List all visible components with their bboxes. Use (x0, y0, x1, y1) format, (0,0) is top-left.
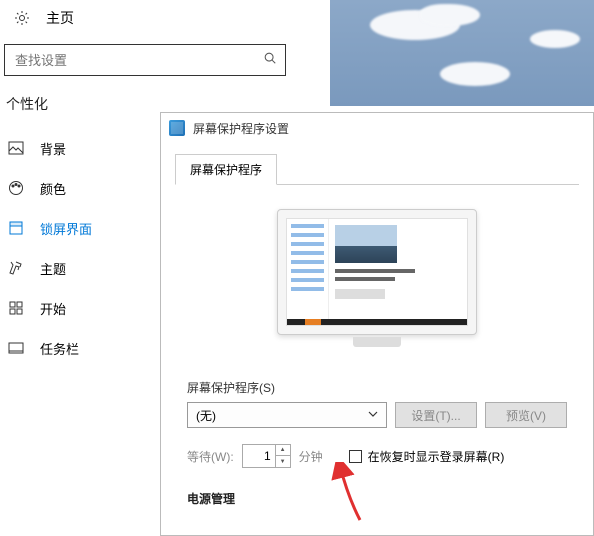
chevron-down-icon (368, 408, 378, 422)
wait-label: 等待(W): (187, 448, 234, 465)
resume-label: 在恢复时显示登录屏幕(R) (368, 448, 505, 465)
button-label: 预览(V) (506, 409, 546, 423)
search-icon (263, 51, 277, 70)
spinner-down[interactable]: ▼ (276, 456, 290, 467)
nav-label: 任务栏 (40, 339, 79, 358)
search-input-wrap[interactable] (4, 44, 286, 76)
screensaver-app-icon (169, 120, 185, 136)
lockscreen-preview (330, 0, 594, 106)
screensaver-select[interactable]: (无) (187, 402, 387, 428)
tab-screensaver[interactable]: 屏幕保护程序 (175, 154, 277, 185)
nav-label: 锁屏界面 (40, 219, 92, 238)
select-value: (无) (196, 407, 216, 424)
lockscreen-icon (8, 220, 24, 236)
monitor-preview (277, 209, 477, 349)
wait-spinner[interactable]: ▲ ▼ (242, 444, 291, 468)
dialog-titlebar[interactable]: 屏幕保护程序设置 (161, 113, 593, 143)
start-icon (8, 300, 24, 316)
tab-label: 屏幕保护程序 (190, 163, 262, 177)
theme-icon (8, 260, 24, 276)
palette-icon (8, 180, 24, 196)
search-input[interactable] (15, 53, 263, 68)
wait-input[interactable] (243, 449, 275, 463)
nav-label: 开始 (40, 299, 66, 318)
nav-label: 颜色 (40, 179, 66, 198)
dialog-title: 屏幕保护程序设置 (193, 120, 289, 137)
page-title: 主页 (46, 8, 74, 28)
gear-icon (14, 10, 30, 26)
settings-button[interactable]: 设置(T)... (395, 402, 477, 428)
button-label: 设置(T)... (411, 409, 460, 423)
screensaver-label: 屏幕保护程序(S) (187, 379, 567, 396)
spinner-up[interactable]: ▲ (276, 445, 290, 456)
nav-label: 背景 (40, 139, 66, 158)
picture-icon (8, 140, 24, 156)
nav-label: 主题 (40, 259, 66, 278)
resume-checkbox[interactable] (349, 450, 362, 463)
preview-button[interactable]: 预览(V) (485, 402, 567, 428)
power-section-header: 电源管理 (187, 490, 567, 507)
resume-checkbox-wrap[interactable]: 在恢复时显示登录屏幕(R) (349, 448, 505, 465)
minutes-label: 分钟 (299, 448, 323, 465)
screensaver-dialog: 屏幕保护程序设置 屏幕保护程序 屏幕保护程序(S) (160, 112, 594, 536)
taskbar-icon (8, 340, 24, 356)
